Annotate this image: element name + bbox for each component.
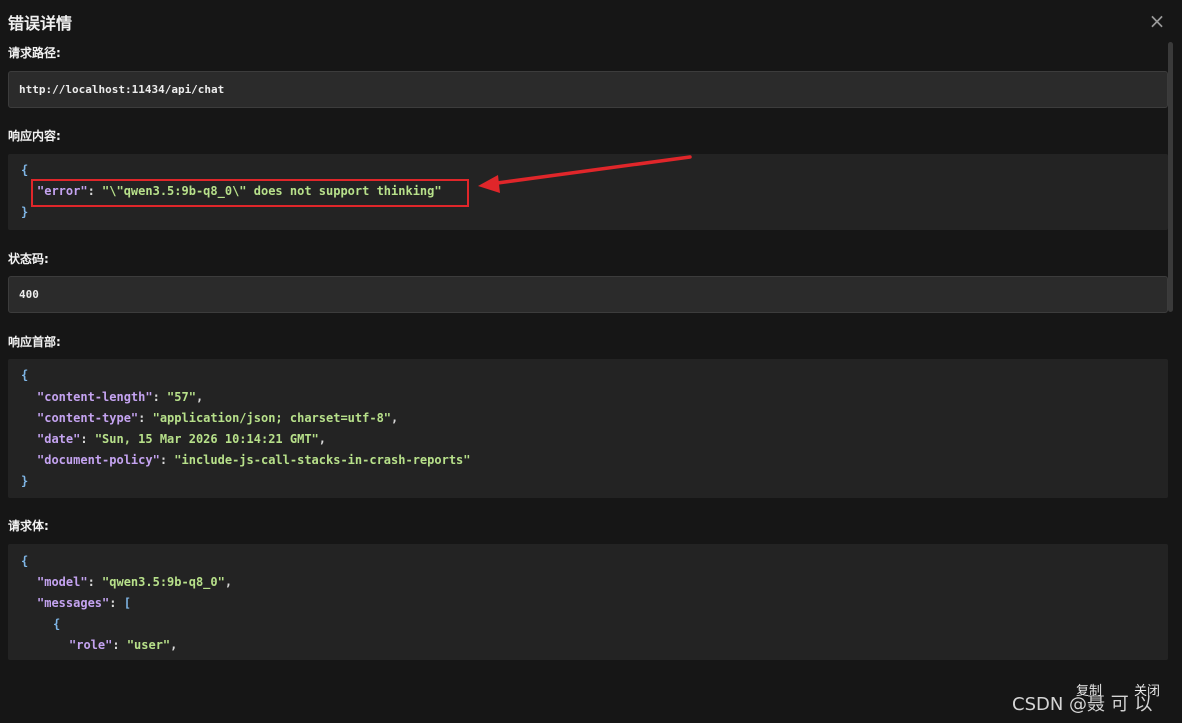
json-close-brace: } — [21, 205, 29, 219]
response-headers-label: 响应首部: — [8, 335, 61, 349]
error-details-dialog: 错误详情 × 请求路径: http://localhost:11434/api/… — [0, 0, 1182, 723]
json-key: "content-length" — [37, 390, 153, 404]
json-value: "Sun, 15 Mar 2026 10:14:21 GMT" — [94, 432, 319, 446]
red-arrow-annotation — [478, 155, 692, 193]
request-body-label: 请求体: — [8, 519, 49, 533]
json-key: "document-policy" — [37, 453, 160, 467]
status-code-label: 状态码: — [8, 252, 49, 266]
json-line-role: "role": "user", — [69, 638, 178, 652]
request-path-field[interactable]: http://localhost:11434/api/chat — [8, 71, 1168, 108]
dialog-title: 错误详情 — [8, 14, 73, 33]
json-line: "content-type": "application/json; chars… — [37, 411, 399, 425]
json-line: "content-length": "57", — [37, 390, 204, 404]
response-headers-code[interactable]: { "content-length": "57", "content-type"… — [8, 359, 1168, 498]
json-close-brace: } — [21, 474, 29, 488]
request-body-code[interactable]: { "model": "qwen3.5:9b-q8_0", "messages"… — [8, 544, 1168, 660]
json-line-messages: "messages": [ — [37, 596, 131, 610]
response-body-label: 响应内容: — [8, 129, 61, 143]
json-value: "application/json; charset=utf-8" — [152, 411, 392, 425]
json-value: "57" — [167, 390, 196, 404]
json-line: "date": "Sun, 15 Mar 2026 10:14:21 GMT", — [37, 432, 327, 446]
json-line: "document-policy": "include-js-call-stac… — [37, 453, 471, 467]
json-open-brace: { — [21, 368, 29, 382]
json-open-brace: { — [21, 554, 29, 568]
vertical-scrollbar[interactable] — [1168, 42, 1173, 312]
json-array-item-open: { — [53, 617, 61, 631]
json-value: "include-js-call-stacks-in-crash-reports… — [174, 453, 471, 467]
json-line-model: "model": "qwen3.5:9b-q8_0", — [37, 575, 233, 589]
status-code-field[interactable]: 400 — [8, 276, 1168, 313]
json-key: "date" — [37, 432, 81, 446]
json-open-brace: { — [21, 163, 29, 177]
json-key: "content-type" — [37, 411, 139, 425]
watermark: CSDN @聂 可 以 — [1012, 694, 1153, 715]
close-icon[interactable]: × — [1146, 10, 1168, 32]
highlight-box — [31, 179, 469, 207]
request-path-label: 请求路径: — [8, 46, 61, 60]
